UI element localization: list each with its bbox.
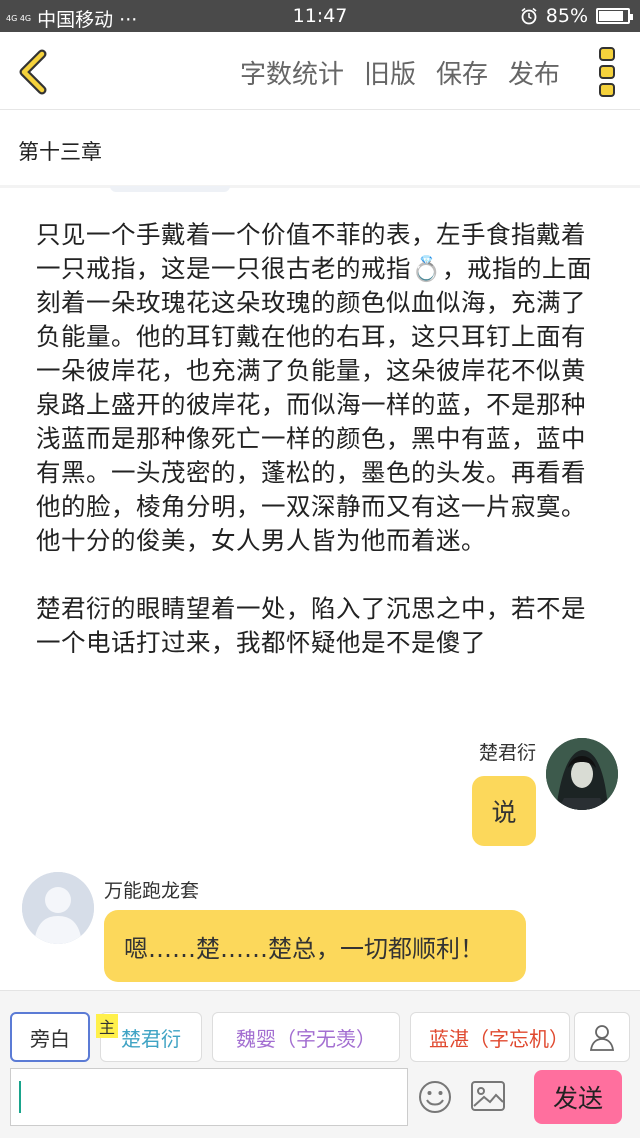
story-paragraph: 只见一个手戴着一个价值不菲的表，左手食指戴着一只戒指，这是一只很古老的戒指💍，戒… <box>36 220 593 555</box>
avatar[interactable] <box>546 738 618 810</box>
speaker-name-right: 楚君衍 <box>478 742 536 764</box>
speaker-name-left: 万能跑龙套 <box>104 880 200 902</box>
character-chip-wei[interactable]: 魏婴（字无羡） <box>212 1012 400 1062</box>
alarm-icon <box>521 7 537 25</box>
person-icon <box>589 1025 615 1051</box>
battery-fill <box>599 11 623 21</box>
text-caret <box>19 1081 21 1113</box>
chapter-divider <box>0 185 640 188</box>
narration-chip[interactable]: 旁白 <box>10 1012 90 1062</box>
character-chip-lan[interactable]: 蓝湛（字忘机） <box>410 1012 570 1062</box>
more-menu-icon[interactable] <box>596 46 620 98</box>
battery-percent: 85% <box>545 5 588 27</box>
editor-toolbar: 字数统计 旧版 保存 发布 <box>0 32 640 110</box>
toolbar-actions: 字数统计 旧版 保存 发布 <box>240 54 560 91</box>
back-arrow-icon[interactable] <box>14 48 54 96</box>
save-button[interactable]: 保存 <box>436 54 488 91</box>
publish-button[interactable]: 发布 <box>508 54 560 91</box>
avatar[interactable] <box>22 872 94 944</box>
story-content[interactable]: 只见一个手戴着一个价值不菲的表，左手食指戴着一只戒指，这是一只很古老的戒指💍，戒… <box>36 218 608 660</box>
emoji-icon[interactable] <box>418 1080 452 1114</box>
default-avatar-icon <box>22 872 94 944</box>
status-right: 85% <box>520 5 633 27</box>
chat-bubble-left[interactable]: 嗯……楚……楚总，一切都顺利！ <box>104 910 526 982</box>
main-character-badge: 主 <box>96 1014 118 1038</box>
chapter-title[interactable]: 第十三章 <box>18 136 102 166</box>
word-count-button[interactable]: 字数统计 <box>240 54 344 91</box>
story-paragraph: 楚君衍的眼睛望着一处，陷入了沉思之中，若不是一个电话打过来，我都怀疑他是不是傻了 <box>36 594 586 657</box>
character-manager-button[interactable] <box>574 1012 630 1062</box>
message-input[interactable] <box>10 1068 408 1126</box>
scroll-shadow <box>110 186 230 192</box>
status-bar: 4G 4G 中国移动 ··· 11:47 85% <box>0 0 640 32</box>
chat-bubble-right[interactable]: 说 <box>472 776 536 846</box>
image-icon[interactable] <box>470 1080 506 1112</box>
send-button[interactable]: 发送 <box>534 1070 622 1124</box>
old-version-button[interactable]: 旧版 <box>364 54 416 91</box>
battery-icon <box>596 8 633 24</box>
character-avatar-icon <box>546 738 618 810</box>
